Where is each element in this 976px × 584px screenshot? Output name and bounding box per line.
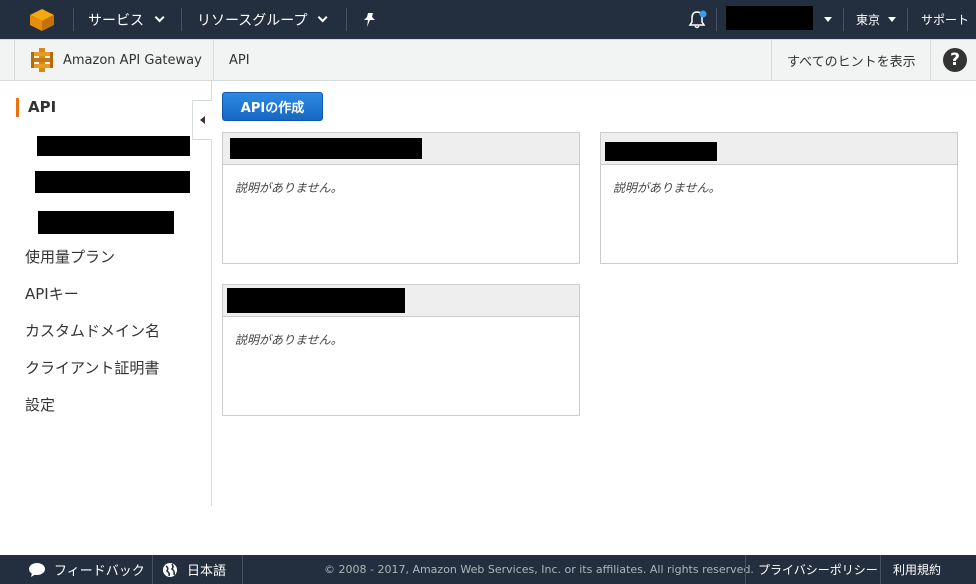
footer: フィードバック 日本語 © 2008 - 2017, Amazon Web Se… xyxy=(0,555,976,584)
api-card-header xyxy=(223,133,579,165)
region-menu[interactable]: 東京 xyxy=(856,0,897,39)
caret-down-icon xyxy=(824,17,832,22)
nav-divider xyxy=(346,8,347,31)
language-selector[interactable]: 日本語 xyxy=(162,555,226,584)
divider xyxy=(930,40,931,80)
show-all-hints-link[interactable]: すべてのヒントを表示 xyxy=(787,40,916,80)
footer-divider xyxy=(152,555,153,584)
region-label: 東京 xyxy=(856,13,881,27)
sidebar: API 使用量プラン APIキー カスタムドメイン名 クライアント証明書 設定 xyxy=(0,81,212,506)
api-description: 説明がありません。 xyxy=(235,181,343,195)
feedback-label: フィードバック xyxy=(54,564,145,579)
api-gateway-logo-icon xyxy=(31,48,53,72)
help-button[interactable]: ? xyxy=(943,40,967,80)
active-indicator xyxy=(16,98,19,117)
sidebar-api-entry-redacted[interactable] xyxy=(37,136,190,156)
nav-divider xyxy=(843,8,844,31)
account-name-redacted[interactable] xyxy=(726,6,813,30)
chevron-down-icon xyxy=(154,12,165,23)
account-menu-toggle[interactable] xyxy=(816,0,832,39)
api-card[interactable]: 説明がありません。 xyxy=(600,132,958,264)
globe-icon xyxy=(163,562,177,577)
sidebar-item-api-keys[interactable]: APIキー xyxy=(25,283,79,304)
service-header-bar: Amazon API Gateway API すべてのヒントを表示 ? xyxy=(0,39,976,81)
language-label: 日本語 xyxy=(187,564,227,579)
support-label: サポート xyxy=(921,13,970,27)
service-name: Amazon API Gateway xyxy=(63,52,202,68)
footer-divider xyxy=(880,555,881,584)
api-name-redacted[interactable] xyxy=(227,288,405,313)
chevron-down-icon xyxy=(318,12,329,23)
copyright-text: © 2008 - 2017, Amazon Web Services, Inc.… xyxy=(324,563,754,576)
sidebar-item-client-certificates[interactable]: クライアント証明書 xyxy=(25,357,159,378)
top-navigation-bar: サービス リソースグループ 東京 サポート xyxy=(0,0,976,39)
api-card-header xyxy=(601,133,957,165)
sidebar-api-entry-redacted[interactable] xyxy=(35,171,190,193)
caret-left-icon xyxy=(200,116,205,124)
caret-down-icon xyxy=(888,17,897,22)
terms-link[interactable]: 利用規約 xyxy=(893,555,941,584)
divider xyxy=(213,40,214,80)
breadcrumb-section[interactable]: API xyxy=(229,40,250,80)
create-api-button[interactable]: APIの作成 xyxy=(222,92,323,121)
nav-divider xyxy=(907,8,908,31)
bell-icon xyxy=(688,10,707,28)
notifications-button[interactable] xyxy=(687,0,707,39)
sidebar-item-usage-plans[interactable]: 使用量プラン xyxy=(25,246,115,267)
api-description: 説明がありません。 xyxy=(613,181,721,195)
api-description: 説明がありません。 xyxy=(235,333,343,347)
services-menu[interactable]: サービス xyxy=(88,0,165,39)
pin-icon xyxy=(364,12,375,27)
service-home-link[interactable]: Amazon API Gateway xyxy=(30,40,202,80)
sidebar-item-settings[interactable]: 設定 xyxy=(25,394,55,415)
sidebar-item-custom-domains[interactable]: カスタムドメイン名 xyxy=(25,320,160,341)
api-card[interactable]: 説明がありません。 xyxy=(222,284,580,416)
aws-cube-icon xyxy=(30,8,54,31)
collapse-sidebar-button[interactable] xyxy=(192,100,212,140)
api-name-redacted[interactable] xyxy=(230,138,422,159)
nav-divider xyxy=(181,8,182,31)
feedback-button[interactable]: フィードバック xyxy=(28,555,145,584)
speech-bubble-icon xyxy=(29,562,45,577)
privacy-policy-link[interactable]: プライバシーポリシー xyxy=(758,555,878,584)
sidebar-item-api[interactable]: API xyxy=(28,98,56,116)
aws-logo-icon[interactable] xyxy=(28,0,56,39)
api-name-redacted[interactable] xyxy=(605,142,717,161)
nav-divider xyxy=(73,8,74,31)
resource-groups-label: リソースグループ xyxy=(197,12,308,29)
divider xyxy=(771,40,772,80)
api-card[interactable]: 説明がありません。 xyxy=(222,132,580,264)
help-icon: ? xyxy=(943,48,967,72)
support-menu[interactable]: サポート xyxy=(921,0,976,39)
footer-divider xyxy=(242,555,243,584)
resource-groups-menu[interactable]: リソースグループ xyxy=(197,0,329,39)
services-label: サービス xyxy=(88,12,144,29)
pin-button[interactable] xyxy=(362,0,378,39)
divider xyxy=(14,40,15,80)
api-card-header xyxy=(223,285,579,317)
sidebar-api-entry-redacted[interactable] xyxy=(38,211,174,234)
nav-divider xyxy=(716,8,717,31)
footer-divider xyxy=(745,555,746,584)
